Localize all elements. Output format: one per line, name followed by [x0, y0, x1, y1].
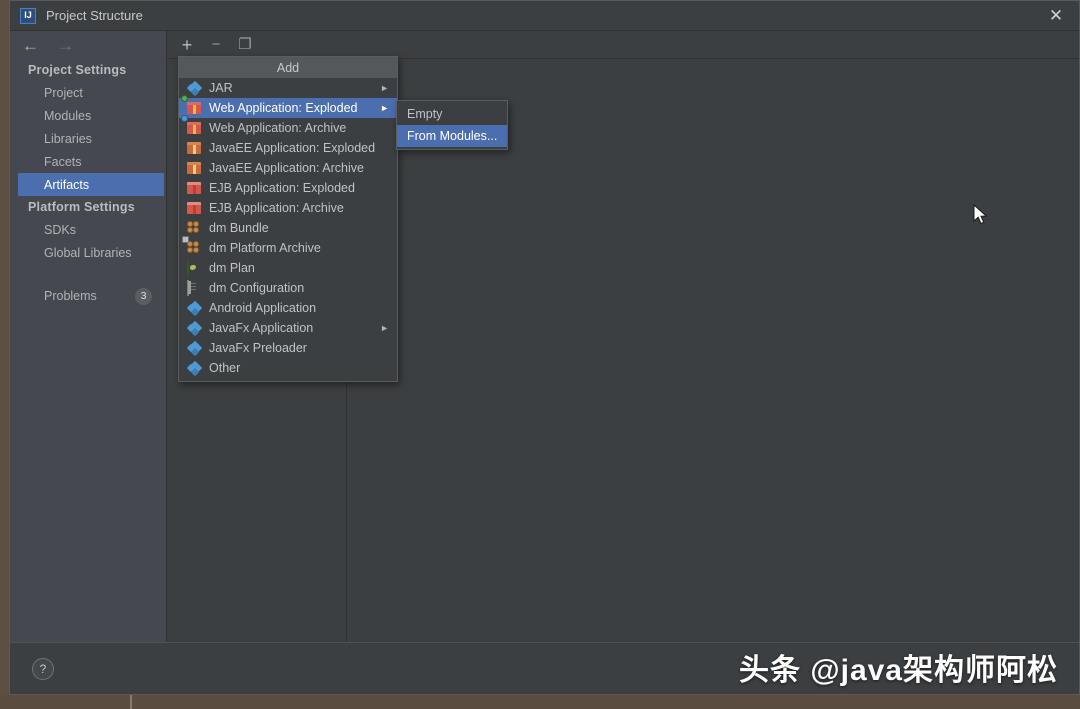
- menu-item-label: Web Application: Exploded: [209, 101, 358, 115]
- jar-icon: [186, 80, 203, 96]
- ejb-archive-icon: [187, 201, 202, 216]
- menu-item-label: dm Bundle: [209, 221, 269, 235]
- sidebar-nav-row: ← →: [10, 31, 166, 59]
- menu-item-label: JavaFx Preloader: [209, 341, 307, 355]
- menu-item-label: JavaEE Application: Exploded: [209, 141, 376, 155]
- dm-configuration-icon: [187, 279, 202, 296]
- menu-item-label: EJB Application: Exploded: [209, 181, 355, 195]
- menu-item-label: dm Platform Archive: [209, 241, 321, 255]
- menu-item-web-application-exploded[interactable]: Web Application: Exploded ►: [179, 94, 397, 118]
- javaee-exploded-icon: [187, 141, 202, 156]
- javaee-archive-icon: [187, 161, 202, 176]
- close-icon[interactable]: ✕: [1033, 1, 1079, 30]
- web-app-exploded-icon: [181, 94, 202, 116]
- submenu-item-empty[interactable]: Empty: [397, 103, 507, 125]
- sidebar-group-platform-settings: Platform Settings: [28, 200, 135, 214]
- add-artifact-menu: Add JAR ► Web Application: Exploded ► We…: [178, 56, 398, 382]
- dm-platform-archive-icon: [182, 235, 202, 256]
- settings-sidebar: ← → Project Settings Project Modules Lib…: [10, 31, 167, 642]
- sidebar-item-artifacts[interactable]: Artifacts: [18, 173, 164, 196]
- menu-item-web-application-archive[interactable]: Web Application: Archive: [179, 114, 397, 138]
- chevron-right-icon: ►: [380, 83, 389, 93]
- desktop-divider: [130, 695, 132, 709]
- menu-item-ejb-application-exploded[interactable]: EJB Application: Exploded: [179, 178, 397, 198]
- problems-label: Problems: [44, 289, 97, 303]
- menu-item-dm-configuration[interactable]: dm Configuration: [179, 278, 397, 298]
- web-application-exploded-submenu: Empty From Modules...: [396, 100, 508, 150]
- javafx-application-icon: [186, 320, 203, 336]
- menu-item-label: Other: [209, 361, 241, 375]
- menu-item-label: JavaEE Application: Archive: [209, 161, 364, 175]
- other-icon: [186, 360, 203, 376]
- sidebar-item-facets[interactable]: Facets: [10, 150, 166, 173]
- artifacts-toolbar: + − ❐: [167, 31, 1079, 59]
- remove-icon[interactable]: −: [208, 37, 224, 53]
- menu-item-jar[interactable]: JAR ►: [179, 78, 397, 98]
- android-application-icon: [186, 300, 203, 316]
- menu-item-label: Android Application: [209, 301, 317, 315]
- sidebar-item-problems[interactable]: Problems 3: [10, 284, 166, 308]
- menu-item-dm-platform-archive[interactable]: dm Platform Archive: [179, 235, 397, 258]
- menu-item-javaee-application-exploded[interactable]: JavaEE Application: Exploded: [179, 138, 397, 158]
- chevron-right-icon: ►: [380, 103, 389, 113]
- menu-item-other[interactable]: Other: [179, 358, 397, 378]
- sidebar-group-project-settings: Project Settings: [28, 63, 127, 77]
- project-structure-dialog: IJ Project Structure ✕ ← → Project Setti…: [9, 0, 1080, 695]
- menu-item-dm-bundle[interactable]: dm Bundle: [179, 218, 397, 238]
- sidebar-item-modules[interactable]: Modules: [10, 104, 166, 127]
- menu-item-javaee-application-archive[interactable]: JavaEE Application: Archive: [179, 158, 397, 178]
- menu-item-javafx-preloader[interactable]: JavaFx Preloader: [179, 338, 397, 358]
- help-icon[interactable]: ?: [32, 657, 54, 680]
- copy-icon[interactable]: ❐: [237, 37, 253, 53]
- forward-arrow-icon[interactable]: →: [57, 37, 74, 54]
- watermark-text: 头条 @java架构师阿松: [739, 654, 1058, 687]
- title-bar: IJ Project Structure ✕: [10, 1, 1079, 31]
- intellij-logo-icon: IJ: [20, 7, 36, 24]
- sidebar-item-libraries[interactable]: Libraries: [10, 127, 166, 150]
- menu-item-label: JavaFx Application: [209, 321, 314, 335]
- menu-item-dm-plan[interactable]: dm Plan: [179, 258, 397, 278]
- back-arrow-icon[interactable]: ←: [22, 37, 39, 54]
- sidebar-item-sdks[interactable]: SDKs: [10, 218, 166, 241]
- menu-item-android-application[interactable]: Android Application: [179, 298, 397, 318]
- menu-item-label: dm Plan: [209, 261, 255, 275]
- dialog-body: ← → Project Settings Project Modules Lib…: [10, 31, 1079, 642]
- add-icon[interactable]: +: [179, 36, 195, 54]
- sidebar-item-global-libraries[interactable]: Global Libraries: [10, 241, 166, 264]
- menu-item-label: JAR: [209, 81, 233, 95]
- sidebar-item-project[interactable]: Project: [10, 81, 166, 104]
- ejb-exploded-icon: [187, 181, 202, 196]
- web-app-archive-icon: [181, 114, 202, 136]
- menu-item-label: Web Application: Archive: [209, 121, 347, 135]
- desktop-bottom-strip: [0, 695, 1080, 709]
- menu-item-ejb-application-archive[interactable]: EJB Application: Archive: [179, 198, 397, 218]
- menu-item-javafx-application[interactable]: JavaFx Application ►: [179, 318, 397, 338]
- window-title: Project Structure: [46, 8, 143, 23]
- submenu-item-from-modules[interactable]: From Modules...: [397, 125, 507, 147]
- javafx-preloader-icon: [186, 340, 203, 356]
- problems-count-badge: 3: [135, 287, 152, 305]
- dm-bundle-icon: [187, 220, 202, 236]
- add-menu-header: Add: [179, 57, 397, 78]
- menu-item-label: EJB Application: Archive: [209, 201, 344, 215]
- dm-plan-icon: [187, 259, 202, 276]
- menu-item-label: dm Configuration: [209, 281, 305, 295]
- chevron-right-icon: ►: [380, 323, 389, 333]
